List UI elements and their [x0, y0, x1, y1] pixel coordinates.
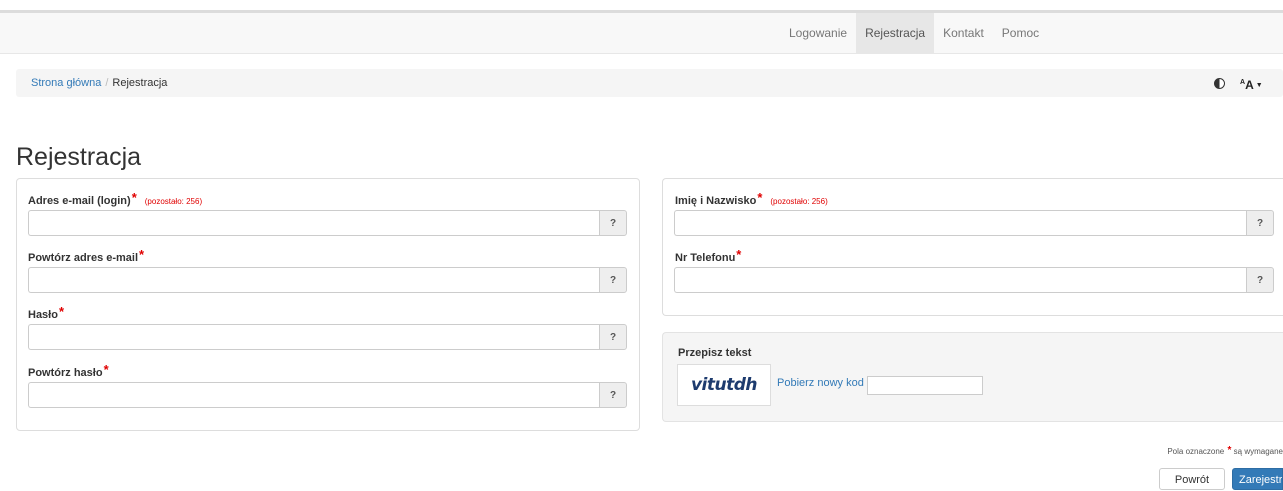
breadcrumb-current: Rejestracja — [112, 77, 168, 89]
breadcrumb-separator: / — [105, 77, 109, 89]
nav-menu: Logowanie Rejestracja Kontakt Pomoc — [780, 13, 1048, 53]
required-fields-note: Pola oznaczone * są wymagane — [1167, 445, 1283, 457]
email-label: Adres e-mail (login)* (pozostało: 256) — [28, 190, 203, 207]
name-label: Imię i Nazwisko* (pozostało: 256) — [675, 190, 828, 207]
contrast-icon — [1213, 77, 1225, 89]
nav-item-pomoc[interactable]: Pomoc — [993, 13, 1048, 53]
top-navbar: Logowanie Rejestracja Kontakt Pomoc — [0, 13, 1283, 54]
password-input[interactable] — [28, 324, 599, 350]
repeat-email-help-button[interactable]: ? — [599, 267, 627, 293]
captcha-label: Przepisz tekst — [678, 347, 752, 359]
email-input[interactable] — [28, 210, 599, 236]
name-field-group: ? — [674, 210, 1274, 236]
password-field-group: ? — [28, 324, 627, 350]
password-label: Hasło* — [28, 304, 65, 321]
name-help-button[interactable]: ? — [1246, 210, 1274, 236]
nav-item-rejestracja[interactable]: Rejestracja — [856, 13, 935, 53]
phone-label-text: Nr Telefonu — [675, 252, 736, 264]
name-remaining-counter: (pozostało: 256) — [770, 197, 828, 206]
required-marker: * — [1227, 445, 1232, 456]
repeat-password-help-button[interactable]: ? — [599, 382, 627, 408]
required-marker: * — [736, 247, 742, 262]
captcha-image-text: vitutdh — [690, 375, 758, 395]
repeat-password-label-text: Powtórz hasło — [28, 367, 103, 379]
phone-input[interactable] — [674, 267, 1246, 293]
email-field-group: ? — [28, 210, 627, 236]
required-marker: * — [103, 362, 109, 377]
email-remaining-counter: (pozostało: 256) — [144, 197, 203, 206]
phone-field-group: ? — [674, 267, 1274, 293]
phone-label: Nr Telefonu* — [675, 247, 742, 264]
repeat-email-label: Powtórz adres e-mail* — [28, 247, 145, 264]
breadcrumb-home-link[interactable]: Strona główna — [31, 77, 101, 89]
repeat-password-label: Powtórz hasło* — [28, 362, 109, 379]
repeat-email-label-text: Powtórz adres e-mail — [28, 252, 139, 264]
caret-down-icon: ▼ — [1255, 81, 1263, 89]
email-help-button[interactable]: ? — [599, 210, 627, 236]
password-label-text: Hasło — [28, 309, 58, 321]
phone-help-button[interactable]: ? — [1246, 267, 1274, 293]
nav-item-logowanie[interactable]: Logowanie — [780, 13, 856, 53]
required-note-text-after: są wymagane — [1233, 447, 1283, 456]
repeat-password-input[interactable] — [28, 382, 599, 408]
repeat-email-input[interactable] — [28, 267, 599, 293]
back-button[interactable]: Powrót — [1159, 468, 1225, 490]
nav-item-kontakt[interactable]: Kontakt — [934, 13, 993, 53]
repeat-email-field-group: ? — [28, 267, 627, 293]
required-note-text-before: Pola oznaczone — [1167, 447, 1225, 456]
captcha-refresh-link[interactable]: Pobierz nowy kod — [777, 377, 864, 389]
repeat-password-field-group: ? — [28, 382, 627, 408]
captcha-input[interactable] — [867, 376, 983, 395]
full-name-input[interactable] — [674, 210, 1246, 236]
captcha-image: vitutdh — [677, 364, 771, 406]
name-label-text: Imię i Nazwisko — [675, 195, 757, 207]
required-marker: * — [131, 190, 137, 205]
email-label-text: Adres e-mail (login) — [28, 195, 131, 207]
required-marker: * — [139, 247, 145, 262]
breadcrumb: Strona główna / Rejestracja — [16, 69, 1283, 97]
page-title: Rejestracja — [16, 143, 142, 171]
font-size-dropdown[interactable]: AA ▼ — [1240, 72, 1283, 94]
contrast-toggle-button[interactable] — [1205, 72, 1233, 94]
password-help-button[interactable]: ? — [599, 324, 627, 350]
register-button[interactable]: Zarejestruj — [1232, 468, 1283, 490]
required-marker: * — [757, 190, 763, 205]
required-marker: * — [58, 304, 65, 319]
font-size-icon: A — [1245, 78, 1254, 92]
